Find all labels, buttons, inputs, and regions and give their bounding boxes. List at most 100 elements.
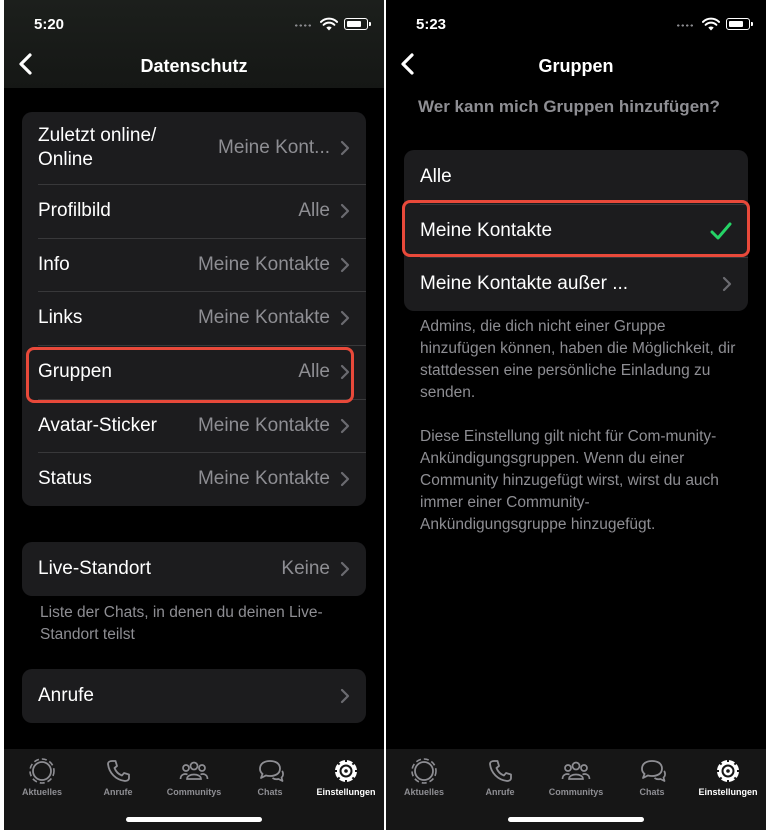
chevron-right-icon [340, 257, 350, 272]
row-value: Meine Kontakte [197, 468, 330, 490]
chats-icon [641, 760, 666, 782]
option-contacts-except[interactable]: Meine Kontakte außer ... [404, 257, 748, 311]
status-icon [411, 758, 437, 784]
status-bar: 5:23 [386, 0, 766, 46]
row-label: Info [38, 253, 70, 275]
row-label: Avatar-Sticker [38, 414, 157, 436]
row-label: Anrufe [38, 684, 94, 706]
status-icon [29, 758, 55, 784]
tab-settings[interactable]: Einstellungen [308, 757, 384, 797]
status-time: 5:20 [34, 16, 65, 33]
tab-communities[interactable]: Communitys [156, 757, 232, 797]
row-live-location[interactable]: Live-Standort Keine [22, 542, 366, 596]
option-label: Alle [420, 165, 452, 187]
tab-communities[interactable]: Communitys [538, 757, 614, 797]
row-value: Alle [298, 360, 330, 382]
privacy-list: Zuletzt online/ Online Meine Kont... Pro… [22, 112, 366, 507]
checkmark-icon [710, 222, 732, 240]
row-value: Meine Kontakte [197, 307, 330, 329]
communities-icon [179, 761, 209, 780]
tab-label: Aktuelles [403, 787, 445, 797]
calls-group: Anrufe [22, 669, 366, 723]
page-title: Gruppen [538, 56, 614, 76]
tab-label: Anrufe [485, 787, 515, 797]
chevron-right-icon [722, 277, 732, 292]
navigation-bar: 5:20 Datenschutz [4, 0, 384, 88]
row-label: Gruppen [38, 360, 112, 382]
battery-icon [726, 18, 753, 30]
group-permission-options: Alle Meine Kontakte Meine Kontakte außer… [404, 150, 748, 312]
row-links[interactable]: Links Meine Kontakte [22, 291, 366, 345]
row-label: Live-Standort [38, 557, 152, 579]
tab-bar: Aktuelles Anrufe Communitys Chats Einste… [4, 749, 384, 830]
navigation-bar: 5:23 Gruppen [386, 0, 766, 88]
option-label: Meine Kontakte außer ... [420, 273, 629, 295]
status-time: 5:23 [416, 16, 447, 33]
section-header: Wer kann mich Gruppen hinzufügen? [418, 97, 720, 116]
row-value: Keine [281, 557, 330, 579]
row-profile-photo[interactable]: Profilbild Alle [22, 184, 366, 238]
tab-chats[interactable]: Chats [614, 757, 690, 797]
phone-icon [489, 760, 512, 782]
privacy-screen: 5:20 Datenschutz Zuletzt online/ Online … [4, 0, 384, 830]
chevron-right-icon [340, 311, 350, 326]
live-location-footnote: Liste der Chats, in denen du deinen Live… [40, 604, 323, 643]
row-value: Meine Kontakte [197, 414, 330, 436]
row-label: Zuletzt online/ Online [38, 125, 157, 170]
wifi-icon [702, 17, 720, 31]
wifi-icon [320, 17, 338, 31]
tab-calls[interactable]: Anrufe [80, 757, 156, 797]
row-calls[interactable]: Anrufe [22, 669, 366, 723]
battery-icon [344, 18, 371, 30]
home-indicator [508, 817, 644, 822]
tab-updates[interactable]: Aktuelles [386, 757, 462, 797]
tab-settings[interactable]: Einstellungen [690, 757, 766, 797]
settings-gear-icon [333, 758, 359, 784]
chevron-right-icon [340, 418, 350, 433]
chevron-right-icon [340, 140, 350, 156]
chevron-right-icon [340, 472, 350, 487]
row-label: Links [38, 307, 83, 329]
home-indicator [126, 817, 262, 822]
settings-gear-icon [715, 758, 741, 784]
row-value: Alle [298, 199, 330, 221]
option-label: Meine Kontakte [420, 219, 553, 241]
tab-label: Aktuelles [21, 787, 63, 797]
row-value: Meine Kont... [218, 137, 330, 158]
community-footnote: Diese Einstellung gilt nicht für Com-mun… [420, 428, 719, 533]
tab-label: Communitys [548, 787, 604, 797]
row-label: Status [38, 468, 92, 490]
tab-label: Einstellungen [698, 787, 758, 797]
row-groups[interactable]: Gruppen Alle [22, 345, 366, 399]
option-my-contacts[interactable]: Meine Kontakte [404, 203, 748, 258]
live-location-group: Live-Standort Keine [22, 542, 366, 596]
chats-icon [259, 760, 284, 782]
status-bar: 5:20 [4, 0, 384, 46]
tab-label: Anrufe [103, 787, 133, 797]
row-avatar-sticker[interactable]: Avatar-Sticker Meine Kontakte [22, 398, 366, 453]
tab-label: Chats [639, 787, 665, 797]
row-label: Profilbild [38, 199, 111, 221]
row-info[interactable]: Info Meine Kontakte [22, 237, 366, 292]
tab-chats[interactable]: Chats [232, 757, 308, 797]
cellular-signal-icon [294, 24, 312, 27]
tab-calls[interactable]: Anrufe [462, 757, 538, 797]
tab-label: Communitys [166, 787, 222, 797]
tab-label: Einstellungen [316, 787, 376, 797]
page-title: Datenschutz [140, 56, 248, 76]
groups-setting-screen: 5:23 Gruppen Wer kann mich Gruppen hinzu… [386, 0, 766, 830]
phone-icon [107, 760, 130, 782]
communities-icon [561, 761, 591, 780]
chevron-right-icon [340, 688, 350, 703]
tab-bar: Aktuelles Anrufe Communitys Chats Einste… [386, 749, 766, 830]
row-status[interactable]: Status Meine Kontakte [22, 452, 366, 506]
tab-label: Chats [257, 787, 283, 797]
chevron-right-icon [340, 364, 350, 380]
option-everyone[interactable]: Alle [404, 150, 748, 204]
chevron-right-icon [340, 203, 350, 218]
row-value: Meine Kontakte [197, 253, 330, 275]
row-last-seen[interactable]: Zuletzt online/ Online Meine Kont... [22, 112, 366, 184]
admins-invite-footnote: Admins, die dich nicht einer Gruppe hinz… [420, 318, 736, 401]
tab-updates[interactable]: Aktuelles [4, 757, 80, 797]
chevron-right-icon [340, 561, 350, 576]
